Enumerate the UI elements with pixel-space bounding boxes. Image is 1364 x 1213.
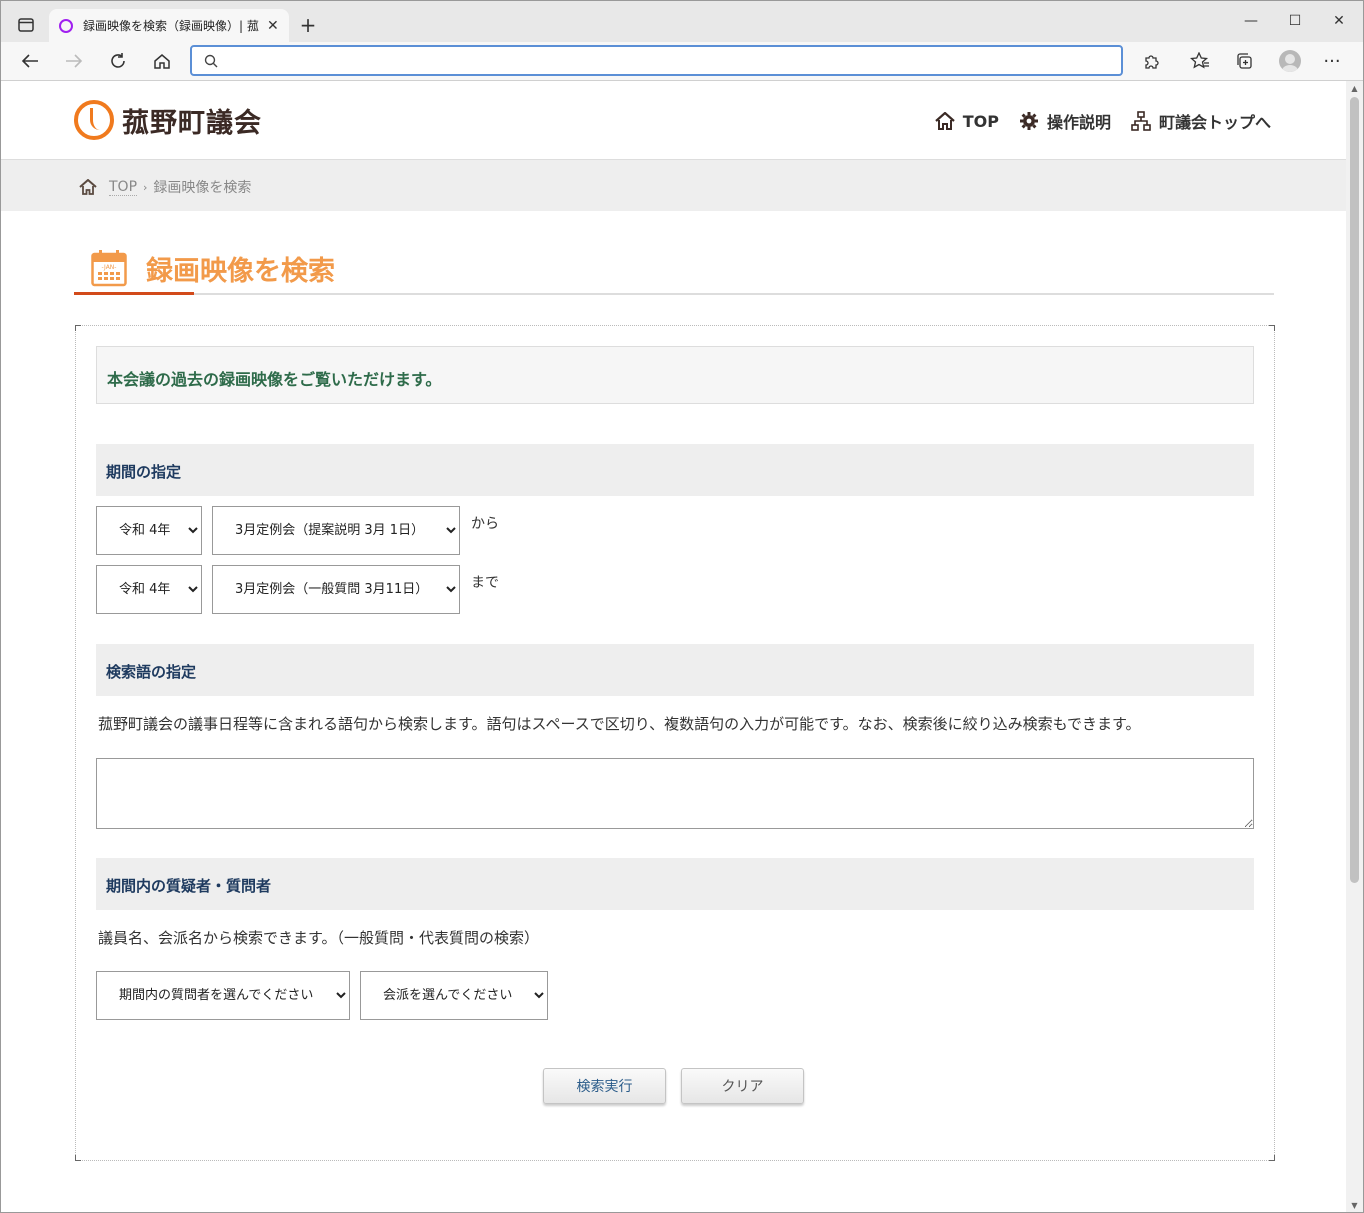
questioner-description: 議員名、会派名から検索できます。（一般質問・代表質問の検索） — [98, 929, 540, 947]
site-favicon-icon — [59, 18, 73, 33]
breadcrumb-separator: › — [143, 180, 148, 194]
maximize-icon[interactable]: ☐ — [1283, 11, 1307, 31]
collections-icon[interactable] — [1231, 49, 1257, 73]
active-tab[interactable]: 録画映像を検索（録画映像）| 菰 ✕ — [49, 9, 289, 42]
nav-council-top-label: 町議会トップへ — [1158, 113, 1271, 132]
breadcrumb-home-icon — [79, 179, 97, 195]
house-icon — [934, 112, 955, 130]
tab-actions-icon[interactable] — [13, 13, 39, 37]
search-button[interactable]: 検索実行 — [543, 1068, 666, 1104]
corner-mark — [1269, 1155, 1275, 1161]
search-form: 本会議の過去の録画映像をご覧いただけます。 期間の指定 令和 4年 3月定例会（… — [75, 325, 1275, 1161]
home-icon[interactable] — [149, 49, 175, 73]
svg-text:-JAN-: -JAN- — [102, 264, 117, 271]
tab-title: 録画映像を検索（録画映像）| 菰 — [83, 19, 259, 33]
member-select[interactable]: 期間内の質問者を選んでください — [96, 971, 350, 1020]
scroll-down-icon[interactable]: ▼ — [1350, 1202, 1359, 1210]
back-icon[interactable] — [17, 49, 43, 73]
site-header: 菰野町議会 TOP 操作説明 町議会トップへ — [1, 81, 1347, 159]
to-session-select[interactable]: 3月定例会（一般質問 3月11日） — [212, 565, 460, 614]
nav-council-top[interactable]: 町議会トップへ — [1131, 109, 1271, 133]
extensions-icon[interactable] — [1138, 49, 1164, 73]
profile-avatar-icon[interactable] — [1279, 50, 1301, 72]
corner-mark — [1269, 325, 1275, 331]
period-heading: 期間の指定 — [96, 444, 1254, 496]
refresh-icon[interactable] — [105, 49, 131, 73]
breadcrumb: TOP › 録画映像を検索 — [79, 177, 251, 197]
tab-close-icon[interactable]: ✕ — [267, 18, 279, 34]
nav-top[interactable]: TOP — [934, 109, 999, 133]
breadcrumb-current: 録画映像を検索 — [153, 180, 252, 196]
corner-mark — [75, 325, 81, 331]
breadcrumb-bar: TOP › 録画映像を検索 — [1, 159, 1347, 211]
window-close-icon[interactable]: ✕ — [1327, 11, 1351, 31]
favorites-icon[interactable] — [1187, 49, 1213, 73]
intro-message: 本会議の過去の録画映像をご覧いただけます。 — [96, 346, 1254, 404]
global-nav: TOP 操作説明 町議会トップへ — [934, 109, 1271, 133]
scroll-up-icon[interactable]: ▲ — [1350, 85, 1359, 93]
to-year-select[interactable]: 令和 4年 — [96, 565, 202, 614]
site-logo[interactable]: 菰野町議会 — [74, 100, 262, 140]
keyword-description: 菰野町議会の議事日程等に含まれる語句から検索します。語句はスペースで区切り、複数… — [98, 715, 1141, 733]
scroll-thumb[interactable] — [1350, 97, 1359, 883]
breadcrumb-top-link[interactable]: TOP — [109, 179, 138, 196]
questioner-heading: 期間内の質疑者・質問者 — [96, 858, 1254, 910]
corner-mark — [75, 1155, 81, 1161]
keyword-input[interactable] — [96, 758, 1254, 829]
calendar-icon: -JAN- — [91, 250, 127, 287]
forward-icon[interactable] — [61, 49, 87, 73]
to-suffix: まで — [471, 575, 499, 591]
nav-help-label: 操作説明 — [1046, 113, 1111, 132]
page-title: 録画映像を検索 — [146, 256, 335, 287]
minimize-icon[interactable]: — — [1239, 11, 1263, 31]
from-year-select[interactable]: 令和 4年 — [96, 506, 202, 555]
logo-text: 菰野町議会 — [122, 107, 262, 139]
tab-bar: 録画映像を検索（録画映像）| 菰 ✕ + — ☐ ✕ — [1, 1, 1363, 42]
sitemap-icon — [1131, 111, 1151, 131]
more-menu-icon[interactable]: ··· — [1319, 49, 1345, 73]
page-title-block: -JAN- 録画映像を検索 — [74, 245, 1274, 295]
page-scrollbar[interactable]: ▲ ▼ — [1346, 81, 1363, 1212]
page-viewport: 菰野町議会 TOP 操作説明 町議会トップへ TOP › 録画映像を検索 -JA… — [1, 81, 1347, 1212]
faction-select[interactable]: 会派を選んでください — [360, 971, 548, 1020]
search-icon — [204, 54, 218, 67]
clear-button[interactable]: クリア — [681, 1068, 804, 1104]
new-tab-icon[interactable]: + — [297, 13, 319, 37]
nav-help[interactable]: 操作説明 — [1019, 109, 1111, 133]
title-accent-line — [74, 292, 194, 295]
address-bar[interactable] — [190, 45, 1123, 76]
gear-icon — [1019, 112, 1038, 130]
logo-mark-icon — [74, 100, 114, 140]
browser-toolbar: ··· — [1, 42, 1363, 81]
from-session-select[interactable]: 3月定例会（提案説明 3月 1日） — [212, 506, 460, 555]
nav-top-label: TOP — [962, 111, 999, 131]
from-suffix: から — [471, 516, 499, 532]
address-input[interactable] — [226, 53, 1121, 68]
keyword-heading: 検索語の指定 — [96, 644, 1254, 696]
browser-window: 録画映像を検索（録画映像）| 菰 ✕ + — ☐ ✕ ··· 菰野町議会 TOP… — [0, 0, 1364, 1213]
